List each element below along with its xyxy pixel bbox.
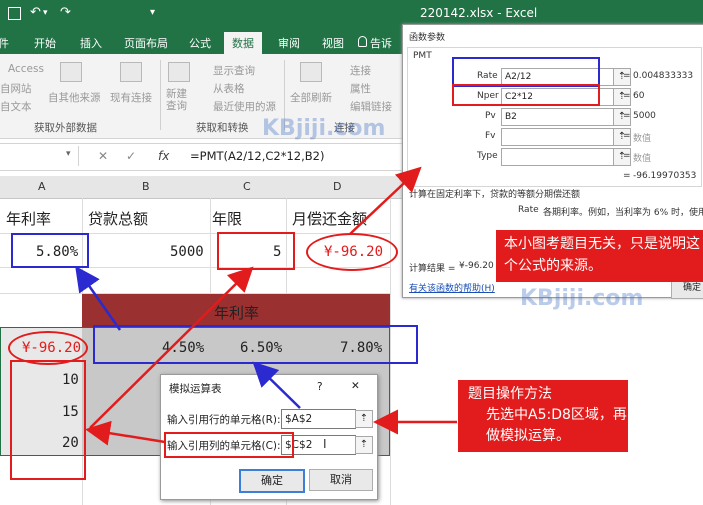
arrow-red-term: [89, 266, 254, 429]
arrow-red-corner: [20, 346, 80, 420]
arrow-red-payment: [349, 166, 422, 235]
arrow-blue-row-ref: [252, 361, 301, 409]
annotation-arrows: [20, 166, 457, 446]
arrow-blue-rate: [75, 265, 122, 331]
arrow-red-col-ref: [85, 420, 166, 446]
